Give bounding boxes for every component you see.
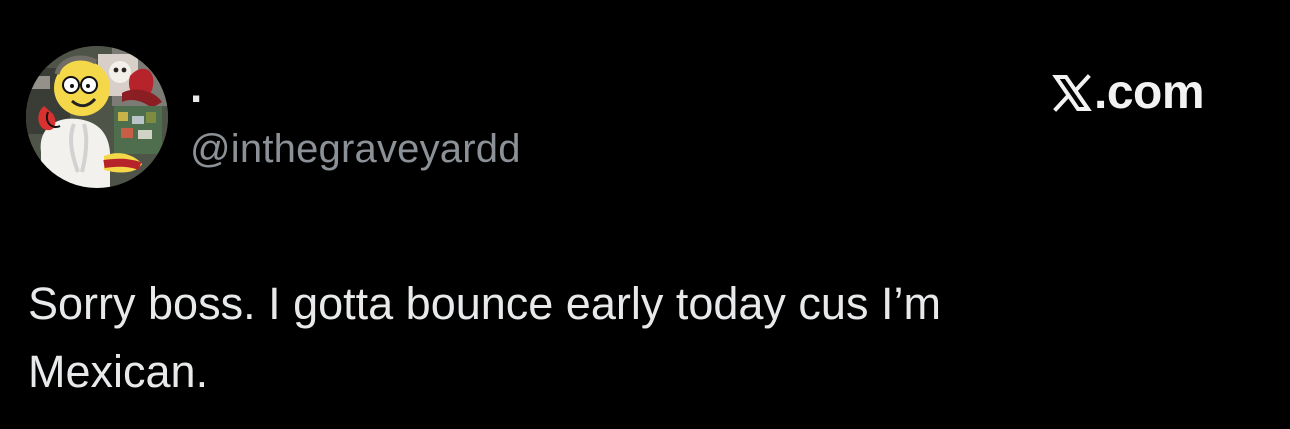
x-logo-icon [1052,74,1092,112]
x-com-brand[interactable]: .com [1052,62,1205,124]
author-handle[interactable]: @inthegraveyardd [190,123,521,175]
tweet-card: . @inthegraveyardd .com Sorry boss. I go… [0,0,1290,429]
brand-domain-text: .com [1094,66,1205,119]
author-avatar[interactable] [26,46,168,188]
tweet-text-line: Sorry boss. I gotta bounce early today c… [28,278,941,329]
tweet-text-line: Mexican. [28,346,209,397]
author-display-name[interactable]: . [190,58,202,118]
tweet-text: Sorry boss. I gotta bounce early today c… [28,270,1208,406]
cartoon-avatar-image [26,46,168,188]
